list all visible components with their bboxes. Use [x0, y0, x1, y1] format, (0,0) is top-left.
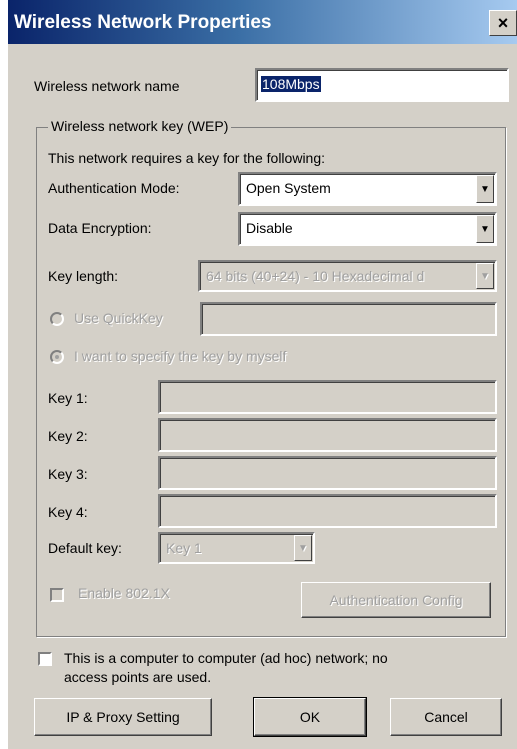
- cancel-button[interactable]: Cancel: [390, 698, 502, 736]
- key-length-select[interactable]: 64 bits (40+24) - 10 Hexadecimal d ▼: [198, 260, 497, 292]
- network-name-value: 108Mbps: [261, 76, 321, 92]
- window-title: Wireless Network Properties: [14, 12, 272, 33]
- key-length-value: 64 bits (40+24) - 10 Hexadecimal d: [206, 268, 425, 284]
- wep-intro-text: This network requires a key for the foll…: [48, 150, 326, 166]
- network-name-label: Wireless network name: [34, 78, 180, 94]
- key2-label: Key 2:: [48, 428, 88, 444]
- adhoc-label-line2: access points are used.: [64, 669, 212, 685]
- enable-8021x-label: Enable 802.1X: [78, 585, 170, 601]
- chevron-down-icon[interactable]: ▼: [294, 535, 312, 561]
- title-bar[interactable]: Wireless Network Properties ×: [8, 0, 517, 44]
- default-key-select[interactable]: Key 1 ▼: [158, 532, 315, 564]
- key4-label: Key 4:: [48, 504, 88, 520]
- encryption-select[interactable]: Disable ▼: [238, 212, 497, 246]
- key4-input[interactable]: [158, 494, 497, 528]
- specify-key-radio[interactable]: [50, 350, 64, 364]
- ok-button[interactable]: OK: [253, 697, 367, 737]
- chevron-down-icon[interactable]: ▼: [476, 215, 494, 243]
- close-icon: ×: [497, 13, 509, 33]
- wep-group-legend: Wireless network key (WEP): [48, 118, 232, 134]
- ip-proxy-setting-label: IP & Proxy Setting: [66, 709, 180, 725]
- auth-mode-value: Open System: [246, 180, 331, 196]
- key3-input[interactable]: [158, 456, 497, 490]
- adhoc-label-line1: This is a computer to computer (ad hoc) …: [64, 650, 388, 666]
- ok-label: OK: [299, 709, 321, 725]
- quickkey-label: Use QuickKey: [74, 310, 163, 326]
- key-length-label: Key length:: [48, 268, 119, 284]
- specify-key-label: I want to specify the key by myself: [74, 348, 287, 364]
- quickkey-input[interactable]: [200, 302, 497, 336]
- quickkey-radio[interactable]: [50, 312, 64, 326]
- authentication-config-label: Authentication Config: [329, 592, 463, 608]
- key1-label: Key 1:: [48, 390, 88, 406]
- authentication-config-button[interactable]: Authentication Config: [301, 582, 491, 618]
- enable-8021x-checkbox[interactable]: [50, 588, 64, 602]
- network-name-input[interactable]: 108Mbps: [255, 68, 509, 102]
- auth-mode-label: Authentication Mode:: [48, 180, 180, 196]
- chevron-down-icon[interactable]: ▼: [476, 263, 494, 289]
- key1-input[interactable]: [158, 380, 497, 414]
- key3-label: Key 3:: [48, 466, 88, 482]
- encryption-value: Disable: [246, 220, 293, 236]
- chevron-down-icon[interactable]: ▼: [476, 175, 494, 203]
- ip-proxy-setting-button[interactable]: IP & Proxy Setting: [34, 698, 212, 736]
- auth-mode-select[interactable]: Open System ▼: [238, 172, 497, 206]
- adhoc-checkbox[interactable]: [38, 652, 52, 666]
- encryption-label: Data Encryption:: [48, 220, 152, 236]
- cancel-label: Cancel: [424, 709, 468, 725]
- key2-input[interactable]: [158, 418, 497, 452]
- close-button[interactable]: ×: [489, 10, 517, 36]
- default-key-label: Default key:: [48, 540, 122, 556]
- dialog-window: Wireless Network Properties × Wireless n…: [8, 0, 517, 749]
- default-key-value: Key 1: [166, 540, 202, 556]
